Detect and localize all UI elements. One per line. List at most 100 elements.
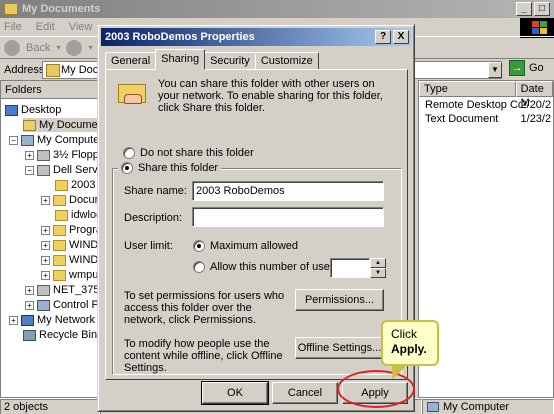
expand-icon[interactable]: + — [25, 150, 34, 160]
tree-item-wmpu[interactable]: + wmpu — [41, 268, 98, 282]
allow-number-option[interactable]: Allow this number of users: — [193, 261, 342, 273]
tree-item-wind-2[interactable]: + WIND — [41, 253, 98, 267]
tab-security[interactable]: Security — [204, 52, 256, 70]
forward-arrow-icon[interactable] — [66, 39, 83, 56]
maximum-allowed-option[interactable]: Maximum allowed — [193, 240, 298, 252]
collapse-icon[interactable]: − — [25, 165, 34, 175]
tree-label: Recycle Bin — [39, 329, 98, 341]
folder-icon — [53, 239, 66, 251]
tab-strip: General Sharing Security Customize — [105, 49, 319, 70]
back-button-label[interactable]: Back — [26, 42, 50, 54]
column-type[interactable]: Type — [419, 81, 516, 97]
share-this-folder-label: Share this folder — [138, 162, 219, 174]
permissions-button[interactable]: Permissions... — [295, 289, 384, 311]
do-not-share-label: Do not share this folder — [140, 147, 254, 159]
permissions-text: To set permissions for users who access … — [124, 290, 285, 326]
folder-icon — [53, 254, 66, 266]
tree-item-network[interactable]: + My Network P — [9, 313, 101, 327]
menu-file[interactable]: File — [4, 21, 22, 33]
share-this-folder-option[interactable]: Share this folder — [118, 162, 222, 174]
tree-item-dell-server[interactable]: − Dell Server — [25, 163, 101, 177]
tab-sharing[interactable]: Sharing — [155, 49, 206, 70]
expand-icon[interactable]: + — [41, 270, 50, 280]
tree-item-my-documents[interactable]: My Document — [23, 118, 101, 132]
maximize-button[interactable]: □ — [534, 2, 550, 16]
folder-icon — [53, 269, 66, 281]
folders-pane: Folders Desktop My Document − My Compute… — [0, 80, 102, 398]
tree-label: Desktop — [21, 104, 62, 116]
tree-item-floppy[interactable]: + 3½ Flopp — [25, 148, 99, 162]
allow-number-radio[interactable] — [193, 261, 205, 273]
address-dropdown-button[interactable]: ▼ — [488, 62, 502, 78]
tree-item-docum[interactable]: + Docum — [41, 193, 101, 207]
help-button[interactable]: ? — [375, 30, 391, 44]
tree-label: 2003 — [71, 179, 96, 191]
instruction-callout: Click Apply. — [381, 320, 439, 366]
item-type: Text Document — [425, 113, 499, 125]
go-button[interactable]: → Go — [509, 60, 544, 76]
list-header: Type Date M — [419, 81, 553, 109]
drive-icon — [37, 164, 50, 176]
menu-view[interactable]: View — [69, 21, 93, 33]
shared-folder-icon — [118, 80, 148, 104]
offline-text: To modify how people use the content whi… — [124, 338, 283, 374]
expand-icon[interactable]: + — [9, 315, 18, 325]
share-name-label: Share name: — [124, 185, 187, 197]
tree-item-wind-1[interactable]: + WIND — [41, 238, 98, 252]
tree-item-2003[interactable]: 2003 — [55, 178, 95, 192]
list-item[interactable]: Remote Desktop Co 2/20/2 — [419, 98, 553, 112]
user-count-field[interactable] — [330, 258, 370, 278]
expand-icon[interactable]: + — [25, 300, 34, 310]
tree-item-idwlog[interactable]: idwlog — [55, 208, 101, 222]
user-count-spinner[interactable]: ▲ ▼ — [370, 258, 386, 278]
dialog-title-bar[interactable]: 2003 RoboDemos Properties ? X — [101, 28, 411, 46]
menu-edit[interactable]: Edit — [36, 21, 55, 33]
address-label: Address — [4, 63, 45, 76]
do-not-share-radio[interactable] — [123, 147, 135, 159]
folder-icon — [53, 224, 66, 236]
description-field[interactable] — [192, 207, 384, 227]
properties-dialog: 2003 RoboDemos Properties ? X General Sh… — [97, 24, 415, 412]
maximum-allowed-radio[interactable] — [193, 240, 205, 252]
share-this-folder-radio[interactable] — [121, 162, 133, 174]
tree-item-net[interactable]: + NET_3757 — [25, 283, 102, 297]
tree-item-control-panel[interactable]: + Control Pa — [25, 298, 101, 312]
do-not-share-option[interactable]: Do not share this folder — [123, 147, 254, 159]
allow-number-label: Allow this number of users: — [210, 261, 343, 273]
tree-item-recycle-bin[interactable]: Recycle Bin — [23, 328, 97, 342]
tree-item-desktop[interactable]: Desktop — [5, 103, 61, 117]
cancel-button[interactable]: Cancel — [272, 382, 338, 404]
tree-label: My Computer — [37, 134, 102, 146]
tree-label: NET_3757 — [53, 284, 102, 296]
spin-up-icon[interactable]: ▲ — [370, 258, 386, 268]
collapse-icon[interactable]: − — [9, 135, 18, 145]
spin-down-icon[interactable]: ▼ — [370, 268, 386, 278]
expand-icon[interactable]: + — [25, 285, 34, 295]
sharing-intro-text: You can share this folder with other use… — [158, 78, 383, 114]
tree-label: WIND — [69, 254, 99, 266]
tree-label: 3½ Flopp — [53, 149, 99, 161]
ok-button[interactable]: OK — [201, 381, 269, 405]
offline-settings-button[interactable]: Offline Settings... — [295, 337, 384, 359]
column-date[interactable]: Date M — [515, 81, 553, 109]
tree-item-progra[interactable]: + Progra — [41, 223, 101, 237]
status-zone-label: My Computer — [443, 401, 510, 413]
maximum-allowed-label: Maximum allowed — [210, 240, 299, 252]
close-button[interactable]: X — [393, 30, 409, 44]
tab-general[interactable]: General — [105, 52, 157, 70]
tree-item-my-computer[interactable]: − My Computer — [9, 133, 102, 147]
sharing-panel: You can share this folder with other use… — [105, 69, 408, 380]
expand-icon[interactable]: + — [41, 195, 50, 205]
share-name-field[interactable]: 2003 RoboDemos — [192, 181, 384, 201]
tab-customize[interactable]: Customize — [254, 52, 319, 70]
minimize-button[interactable]: _ — [516, 2, 532, 16]
item-date: 2/20/2 — [520, 99, 552, 111]
tree-label: wmpu — [69, 269, 99, 281]
expand-icon[interactable]: + — [41, 225, 50, 235]
callout-line-1: Click — [391, 327, 417, 341]
folders-header: Folders — [1, 81, 101, 99]
back-arrow-icon[interactable] — [4, 39, 20, 56]
expand-icon[interactable]: + — [41, 255, 50, 265]
list-item[interactable]: Text Document 1/23/2 — [419, 112, 553, 126]
expand-icon[interactable]: + — [41, 240, 50, 250]
